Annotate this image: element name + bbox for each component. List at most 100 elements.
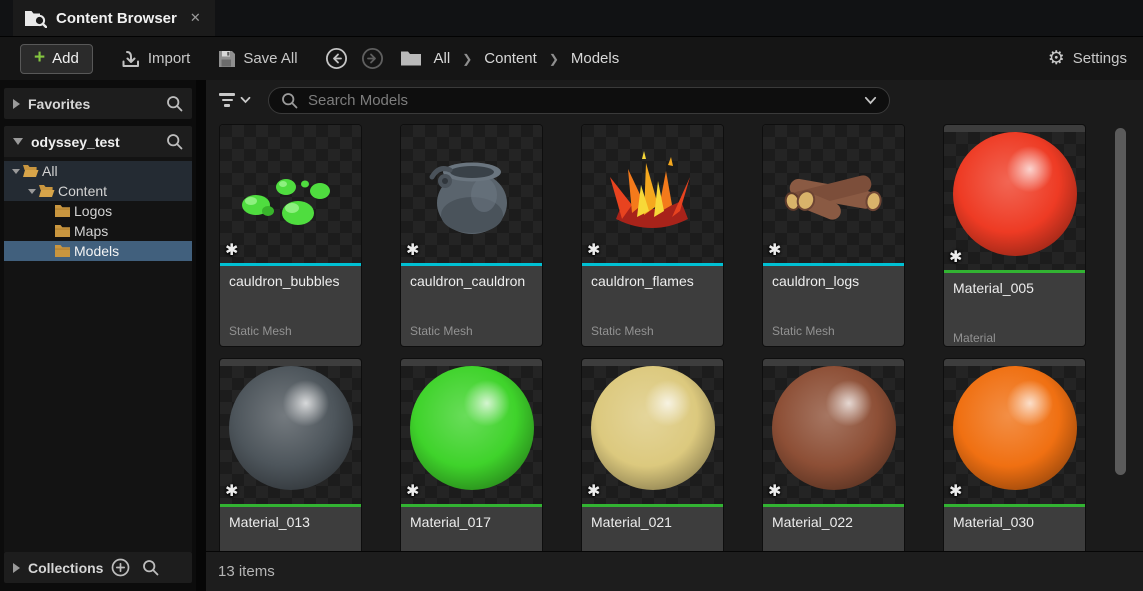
- asset-tile-cauldron_bubbles[interactable]: ✱ cauldron_bubbles Static Mesh: [220, 125, 361, 346]
- unsaved-asterisk-icon: ✱: [949, 481, 962, 501]
- add-button[interactable]: + Add: [20, 44, 93, 74]
- material-sphere-preview: [591, 366, 715, 490]
- breadcrumb-item-all[interactable]: All: [434, 50, 451, 67]
- asset-name: Material_013: [229, 514, 352, 530]
- logs-mesh-preview: [763, 125, 902, 264]
- search-dropdown-chevron-icon[interactable]: [864, 96, 877, 105]
- asset-thumbnail: ✱: [220, 366, 361, 504]
- collections-search-icon[interactable]: [142, 559, 159, 576]
- search-icon: [281, 92, 298, 109]
- asset-thumbnail: ✱: [944, 132, 1085, 270]
- tree-item-label: Logos: [74, 203, 112, 219]
- filter-icon: [219, 93, 235, 107]
- tree-item-label: All: [42, 163, 58, 179]
- unsaved-asterisk-icon: ✱: [406, 240, 419, 260]
- chevron-right-icon: ❯: [549, 52, 559, 66]
- status-bar: 13 items: [206, 551, 1143, 591]
- collections-label: Collections: [28, 560, 103, 576]
- asset-tile-Material_022[interactable]: ✱Material_022Material: [763, 359, 904, 551]
- vertical-scrollbar-thumb[interactable]: [1115, 128, 1126, 475]
- expander-down-icon[interactable]: [26, 189, 38, 194]
- asset-tile-cauldron_cauldron[interactable]: ✱cauldron_cauldronStatic Mesh: [401, 125, 542, 346]
- breadcrumb-folder-icon[interactable]: [400, 50, 422, 67]
- sidebar-item-content[interactable]: Content: [4, 181, 192, 201]
- asset-tile-cauldron_logs[interactable]: ✱cauldron_logsStatic Mesh: [763, 125, 904, 346]
- material-sphere-preview: [953, 366, 1077, 490]
- filters-button[interactable]: [215, 89, 255, 111]
- sidebar-item-logos[interactable]: Logos: [4, 201, 192, 221]
- sidebar-item-all[interactable]: All: [4, 161, 192, 181]
- settings-button[interactable]: ⚙ Settings: [1048, 49, 1127, 68]
- expander-down-icon[interactable]: [10, 169, 22, 174]
- asset-tile-Material_013[interactable]: ✱Material_013Material: [220, 359, 361, 551]
- import-icon: [120, 49, 141, 69]
- asset-name: cauldron_flames: [591, 273, 714, 289]
- search-row: [206, 80, 1143, 120]
- asset-meta: Material_005 Material: [944, 273, 1085, 346]
- unsaved-asterisk-icon: ✱: [587, 240, 600, 260]
- expander-right-icon: [13, 563, 20, 573]
- unsaved-asterisk-icon: ✱: [225, 240, 238, 260]
- tab-bar: Content Browser ✕: [0, 0, 1143, 36]
- asset-grid: ✱ cauldron_bubbles Static Mesh ✱cauldron_c…: [206, 120, 1143, 551]
- project-sources-header[interactable]: odyssey_test: [4, 126, 192, 157]
- tree-item-label: Models: [74, 243, 119, 259]
- content-browser-window: Content Browser ✕ + Add Import: [0, 0, 1143, 591]
- save-icon: [217, 49, 236, 68]
- back-icon[interactable]: [325, 47, 348, 70]
- asset-tile-Material_017[interactable]: ✱Material_017Material: [401, 359, 542, 551]
- flames-mesh-preview: [582, 125, 721, 264]
- open-folder-icon: [38, 184, 55, 198]
- expander-right-icon: [13, 99, 20, 109]
- import-label: Import: [148, 50, 191, 67]
- asset-tile-Material_005[interactable]: ✱ Material_005 Material: [944, 125, 1085, 346]
- search-box[interactable]: [268, 87, 890, 114]
- save-all-button[interactable]: Save All: [217, 49, 297, 68]
- asset-thumbnail: ✱: [944, 366, 1085, 504]
- asset-meta: Material_013Material: [220, 507, 361, 551]
- favorites-search-icon[interactable]: [166, 95, 183, 112]
- collections-header[interactable]: Collections: [4, 552, 192, 583]
- asset-tile-Material_021[interactable]: ✱Material_021Material: [582, 359, 723, 551]
- history-nav: [325, 47, 384, 70]
- asset-name: Material_005: [953, 280, 1076, 296]
- asset-meta: cauldron_flamesStatic Mesh: [582, 266, 723, 346]
- cauldron-mesh-preview: [401, 125, 540, 264]
- breadcrumb-item-models[interactable]: Models: [571, 50, 619, 67]
- toolbar: + Add Import Save All: [0, 36, 1143, 80]
- forward-icon[interactable]: [361, 47, 384, 70]
- asset-name: cauldron_bubbles: [229, 273, 352, 289]
- sidebar-splitter[interactable]: [196, 80, 206, 591]
- asset-thumbnail: ✱: [763, 366, 904, 504]
- import-button[interactable]: Import: [120, 49, 191, 69]
- folder-icon: [54, 224, 71, 238]
- sidebar-item-models[interactable]: Models: [4, 241, 192, 261]
- asset-tile-cauldron_flames[interactable]: ✱ cauldron_flamesStatic Mesh: [582, 125, 723, 346]
- unsaved-asterisk-icon: ✱: [587, 481, 600, 501]
- asset-thumbnail: ✱: [401, 125, 542, 263]
- unsaved-asterisk-icon: ✱: [768, 481, 781, 501]
- gear-icon: ⚙: [1048, 49, 1065, 68]
- open-folder-icon: [22, 164, 39, 178]
- asset-thumbnail: ✱: [582, 366, 723, 504]
- favorites-header[interactable]: Favorites: [4, 88, 192, 119]
- add-collection-icon[interactable]: [111, 558, 130, 577]
- search-input[interactable]: [306, 91, 856, 110]
- tab-content-browser[interactable]: Content Browser ✕: [13, 0, 215, 36]
- tree-item-label: Maps: [74, 223, 108, 239]
- sidebar: Favorites odyssey_test All: [0, 80, 196, 591]
- asset-meta: cauldron_logsStatic Mesh: [763, 266, 904, 346]
- add-button-label: Add: [52, 50, 79, 67]
- folder-icon: [54, 204, 71, 218]
- asset-type: Static Mesh: [229, 324, 352, 338]
- project-search-icon[interactable]: [166, 133, 183, 150]
- asset-type: Static Mesh: [772, 324, 895, 338]
- asset-meta: cauldron_bubbles Static Mesh: [220, 266, 361, 346]
- breadcrumb-item-content[interactable]: Content: [484, 50, 537, 67]
- chevron-right-icon: ❯: [462, 52, 472, 66]
- asset-type: Material: [953, 331, 1076, 345]
- asset-name: Material_022: [772, 514, 895, 530]
- sidebar-item-maps[interactable]: Maps: [4, 221, 192, 241]
- tab-close-icon[interactable]: ✕: [190, 10, 201, 26]
- asset-tile-Material_030[interactable]: ✱Material_030Material: [944, 359, 1085, 551]
